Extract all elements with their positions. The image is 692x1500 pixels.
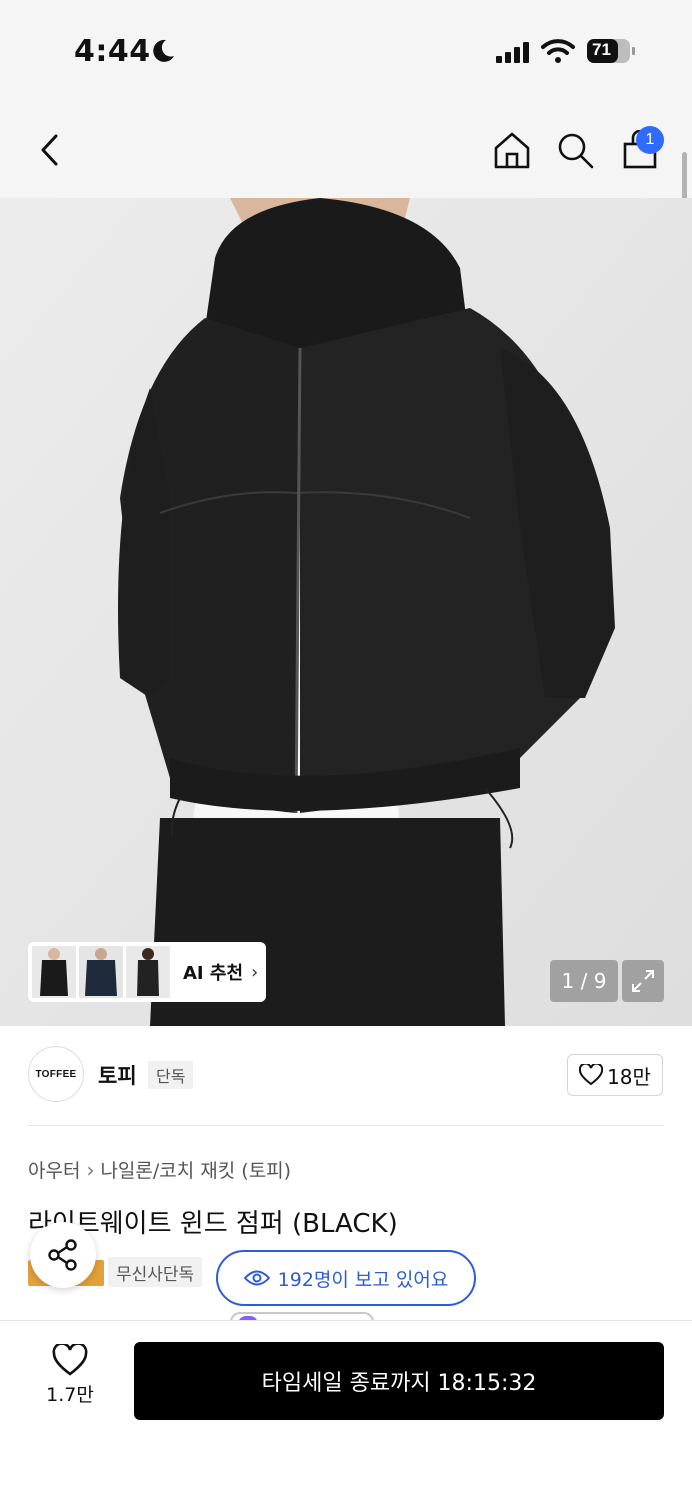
product-photo <box>0 198 692 1026</box>
battery-icon: 71 <box>586 38 636 64</box>
divider <box>28 1125 664 1126</box>
expand-image-button[interactable] <box>622 960 664 1002</box>
product-like-button[interactable]: 1.7만 <box>34 1344 106 1416</box>
brand-logo[interactable]: TOFFEE <box>28 1046 84 1102</box>
home-icon <box>494 132 530 169</box>
share-icon <box>48 1239 77 1271</box>
ai-recommend-label: AI 추천 <box>183 963 244 984</box>
musinsa-exclusive-tag: 무신사단독 <box>108 1257 203 1287</box>
wifi-icon <box>541 39 575 63</box>
ai-thumb-1[interactable] <box>32 946 76 998</box>
viewers-pill: 192명이 보고 있어요 <box>216 1250 476 1306</box>
search-icon <box>558 133 594 169</box>
expand-icon <box>632 970 654 992</box>
breadcrumb: 아우터 › 나일론/코치 재킷 (토피) <box>28 1156 291 1183</box>
home-button[interactable] <box>490 128 534 172</box>
brand-like-count: 18만 <box>607 1064 651 1089</box>
brand-exclusive-tag: 단독 <box>148 1061 194 1089</box>
breadcrumb-category[interactable]: 아우터 <box>28 1156 80 1183</box>
eye-icon <box>243 1270 270 1286</box>
chevron-left-icon <box>41 134 58 166</box>
chevron-right-icon: › <box>251 961 259 983</box>
search-button[interactable] <box>553 128 597 172</box>
back-button[interactable] <box>28 128 72 172</box>
battery-level: 71 <box>592 40 611 59</box>
brand-like-button[interactable]: 18만 <box>567 1054 663 1096</box>
heart-icon <box>52 1344 88 1376</box>
image-page-counter: 1 / 9 <box>550 960 618 1002</box>
signal-icon <box>496 42 529 63</box>
ai-recommend-card[interactable]: AI 추천 › <box>28 942 266 1002</box>
brand-name[interactable]: 토피 <box>98 1060 137 1090</box>
share-button[interactable] <box>30 1222 96 1288</box>
buy-button[interactable]: 타임세일 종료까지 18:15:32 <box>134 1342 664 1420</box>
heart-icon <box>579 1064 604 1086</box>
breadcrumb-subcategory[interactable]: 나일론/코치 재킷 (토피) <box>100 1156 291 1183</box>
product-image[interactable] <box>0 198 692 1026</box>
status-time: 4:44 <box>74 34 151 69</box>
viewers-text: 192명이 보고 있어요 <box>277 1268 449 1291</box>
product-like-count: 1.7만 <box>46 1384 94 1406</box>
moon-icon <box>153 39 174 62</box>
ai-thumb-3[interactable] <box>126 946 170 998</box>
cart-count-badge: 1 <box>636 126 664 154</box>
chevron-right-icon: › <box>86 1157 95 1182</box>
ai-thumb-2[interactable] <box>79 946 123 998</box>
